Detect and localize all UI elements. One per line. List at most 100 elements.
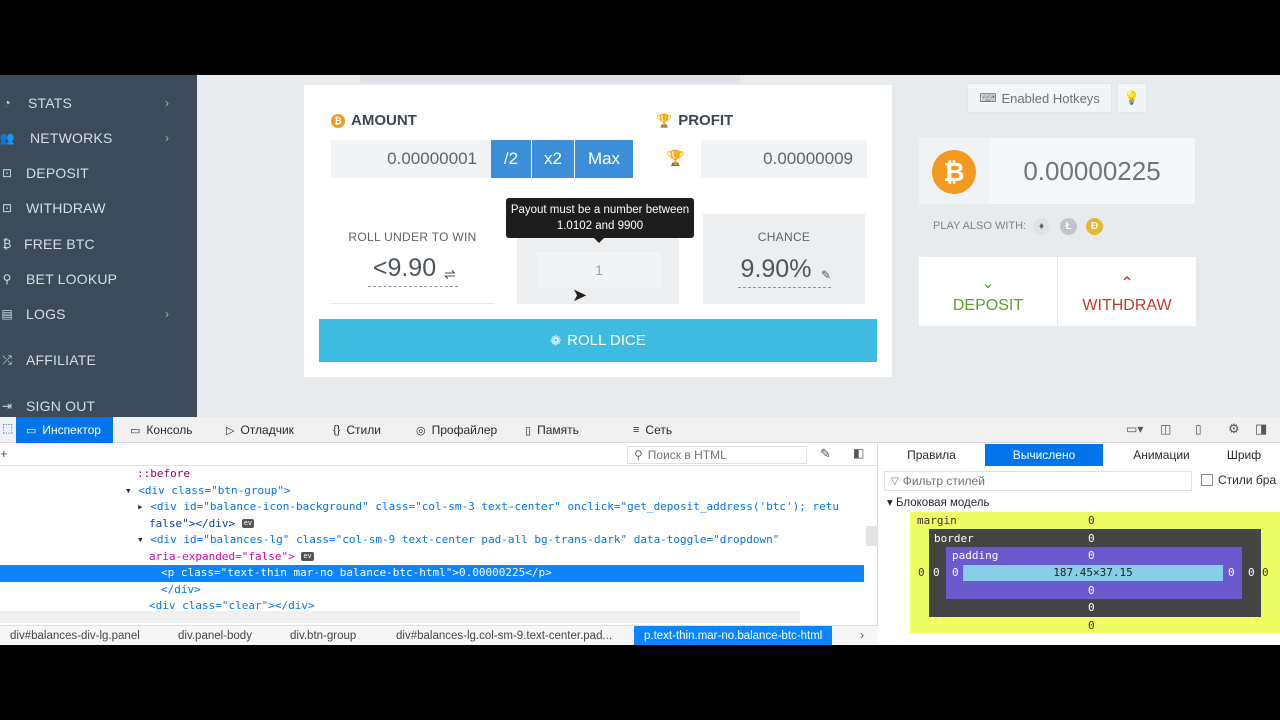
dock-icon[interactable]: ▭▾ <box>1126 422 1143 436</box>
code-line[interactable]: ▾ <div class="btn-group"> <box>0 483 864 500</box>
sidebar-item-label: LOGS <box>26 306 66 322</box>
border-label: border <box>934 532 974 545</box>
tab-console[interactable]: ▭ Консоль <box>120 417 208 443</box>
sidebar-item-bet-lookup[interactable]: ⚲ BET LOOKUP <box>0 264 197 294</box>
hotkeys-label: Enabled Hotkeys <box>1001 90 1100 106</box>
sidebar-item-logs[interactable]: ▤ LOGS › <box>0 299 197 329</box>
breadcrumb-item-active[interactable]: p.text-thin.mar-no.balance-btc-html <box>634 626 833 645</box>
deposit-button[interactable]: ⌄ DEPOSIT <box>919 257 1057 326</box>
border-top-value[interactable]: 0 <box>1088 532 1095 545</box>
amount-input[interactable]: 0.00000001 <box>331 140 491 178</box>
tab-styles[interactable]: {} Стили <box>323 417 399 443</box>
users-icon: 👥 <box>0 131 15 145</box>
code-line[interactable]: aria-expanded="false"> ev <box>0 549 864 566</box>
tab-network[interactable]: ≡ Сеть <box>623 417 689 443</box>
withdraw-button[interactable]: ⌃ WITHDRAW <box>1058 257 1196 326</box>
sidebar-item-deposit[interactable]: ⊡ DEPOSIT <box>0 158 197 188</box>
chance-box[interactable]: CHANCE 9.90% ✎ <box>703 214 865 304</box>
split-icon[interactable]: ◫ <box>1160 422 1171 436</box>
sidebar-toggle-icon[interactable]: ◨ <box>1255 421 1267 437</box>
code-line[interactable]: ▾ <div id="balances-lg" class="col-sm-9 … <box>0 532 864 549</box>
profit-input[interactable]: 0.00000009 <box>701 140 867 178</box>
max-amount-button[interactable]: Max <box>575 140 633 178</box>
breadcrumb-item[interactable]: div.panel-body <box>178 626 252 645</box>
dogecoin-icon[interactable]: Ð <box>1086 218 1103 235</box>
sidebar-item-stats[interactable]: ◔ STATS › <box>0 88 197 118</box>
event-badge[interactable]: ev <box>301 552 314 561</box>
lightbulb-button[interactable]: 💡 <box>1117 83 1147 113</box>
balance-value: 0.00000225 <box>989 138 1195 204</box>
pick-element-icon[interactable]: ⬚ <box>2 421 13 435</box>
padding-top-value[interactable]: 0 <box>1088 549 1095 562</box>
sidebar-item-label: BET LOOKUP <box>26 271 118 287</box>
payout-input[interactable]: 1 <box>537 252 661 288</box>
code-line[interactable]: ▸ <div id="balance-icon-background" clas… <box>0 499 864 516</box>
border-right-value[interactable]: 0 <box>1248 566 1255 579</box>
sidebar-item-withdraw[interactable]: ⊡ WITHDRAW <box>0 193 197 223</box>
code-line[interactable]: false"></div> ev <box>0 516 864 533</box>
tab-animations[interactable]: Анимации <box>1119 444 1204 466</box>
tab-rules[interactable]: Правила <box>889 444 974 466</box>
half-amount-button[interactable]: /2 <box>491 140 531 178</box>
sidebar-item-label: SIGN OUT <box>26 398 96 414</box>
pencil-icon[interactable]: ✎ <box>821 268 831 282</box>
style-filter-input[interactable]: ▽ Фильтр стилей <box>884 471 1192 491</box>
tab-inspector[interactable]: ▭ Инспектор <box>16 417 113 443</box>
breadcrumb-item[interactable]: div.btn-group <box>290 626 356 645</box>
chance-value: 9.90% <box>740 255 812 283</box>
roll-under-box[interactable]: ROLL UNDER TO WIN <9.90 ⇌ <box>331 214 494 304</box>
chevron-right-icon[interactable]: › <box>860 628 864 642</box>
padding-left-value[interactable]: 0 <box>952 566 959 579</box>
tab-computed[interactable]: Вычислено <box>985 444 1103 466</box>
horizontal-scrollbar[interactable] <box>0 611 800 623</box>
event-badge[interactable]: ev <box>241 519 255 528</box>
padding-bottom-value[interactable]: 0 <box>1088 584 1095 597</box>
code-line[interactable]: ::before <box>0 466 864 483</box>
profiler-icon: ◎ <box>416 424 426 437</box>
sidebar-item-networks[interactable]: 👥 NETWORKS › <box>0 123 197 153</box>
double-amount-button[interactable]: x2 <box>532 140 574 178</box>
margin-bottom-value[interactable]: 0 <box>1088 619 1095 632</box>
tab-label: Консоль <box>146 423 193 437</box>
browser-styles-checkbox[interactable] <box>1201 474 1213 486</box>
gear-icon[interactable]: ⚙ <box>1228 421 1240 437</box>
roll-dice-label: ROLL DICE <box>567 332 646 349</box>
border-box: border 0 0 0 0 padding 0 0 0 0 187.45×37… <box>929 529 1261 617</box>
sidebar-item-free-btc[interactable]: ₿ FREE BTC <box>0 229 197 259</box>
padding-right-value[interactable]: 0 <box>1228 566 1235 579</box>
tab-profiler[interactable]: ◎ Профайлер <box>406 417 504 443</box>
border-bottom-value[interactable]: 0 <box>1088 601 1095 614</box>
ethereum-icon[interactable]: ♦ <box>1033 218 1050 235</box>
litecoin-icon[interactable]: Ł <box>1060 218 1077 235</box>
box-model-header[interactable]: ▾ Блоковая модель <box>887 495 989 509</box>
box-model-title: Блоковая модель <box>895 497 990 509</box>
hotkeys-button[interactable]: ⌨ Enabled Hotkeys <box>967 83 1112 113</box>
breadcrumb-item[interactable]: div#balances-div-lg.panel <box>10 626 140 645</box>
breadcrumb-item[interactable]: div#balances-lg.col-sm-9.text-center.pad… <box>396 626 612 645</box>
panel-toggle-icon[interactable]: ◧ <box>853 446 864 460</box>
breadcrumb: div#balances-div-lg.panel div.panel-body… <box>0 625 878 645</box>
tab-fonts[interactable]: Шриф <box>1214 444 1274 466</box>
margin-right-value[interactable]: 0 <box>1262 566 1269 579</box>
roll-dice-button[interactable]: ❁ ROLL DICE <box>319 319 877 362</box>
tab-debugger[interactable]: ▷ Отладчик <box>216 417 308 443</box>
margin-left-value[interactable]: 0 <box>918 566 925 579</box>
vertical-scrollbar[interactable] <box>866 526 878 546</box>
sidebar-item-affiliate[interactable]: ⤮ AFFILIATE <box>0 345 197 375</box>
content-box[interactable]: 187.45×37.15 <box>963 565 1223 581</box>
bitcoin-icon[interactable]: ₿ <box>932 150 976 194</box>
margin-top-value[interactable]: 0 <box>1088 514 1095 527</box>
add-node-icon[interactable]: + <box>0 446 8 461</box>
border-left-value[interactable]: 0 <box>933 566 940 579</box>
tab-memory[interactable]: ▯ Память <box>515 417 595 443</box>
trophy-icon: 🏆 <box>666 150 685 167</box>
eyedropper-icon[interactable]: ✎ <box>820 446 831 462</box>
code-line-selected[interactable]: <p class="text-thin mar-no balance-btc-h… <box>0 565 864 582</box>
tab-label: Отладчик <box>240 423 294 437</box>
chevron-down-icon: ▾ <box>887 497 893 509</box>
balance-card[interactable]: ₿ 0.00000225 <box>919 138 1195 204</box>
responsive-icon[interactable]: ▯ <box>1195 422 1202 436</box>
html-search-input[interactable]: ⚲ Поиск в HTML <box>627 446 807 464</box>
code-line[interactable]: </div> <box>0 582 864 599</box>
swap-icon[interactable]: ⇌ <box>444 266 456 283</box>
